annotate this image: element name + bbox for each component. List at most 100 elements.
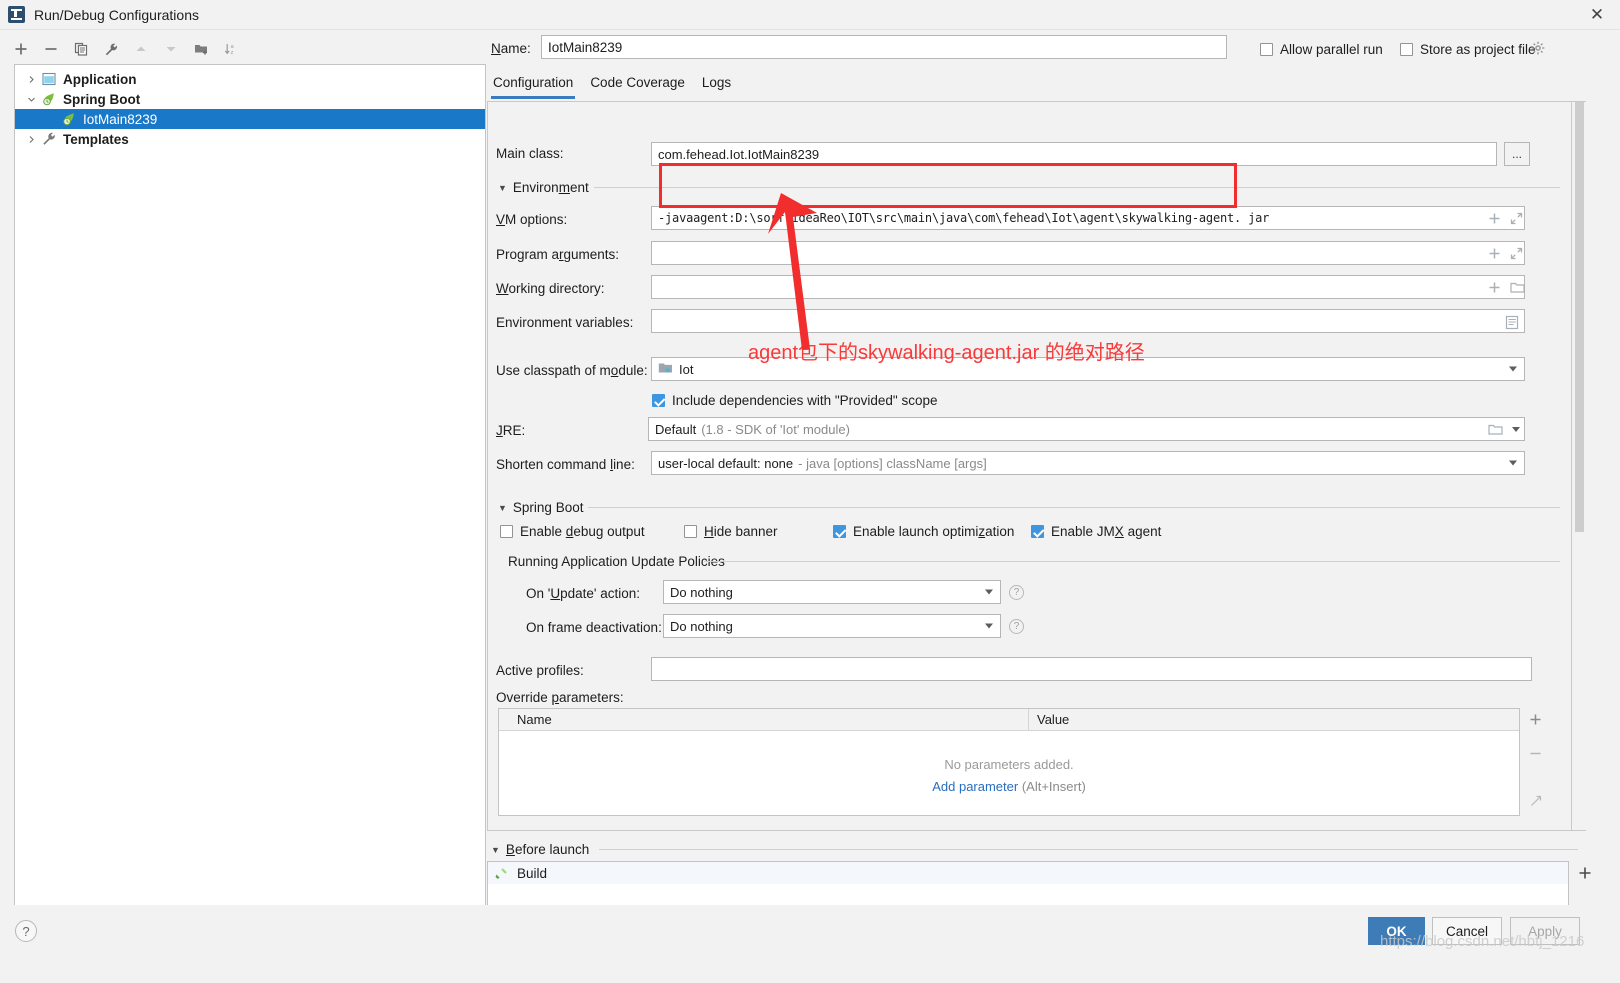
- add-macro-icon[interactable]: [1488, 212, 1501, 228]
- sort-az-icon[interactable]: a z: [218, 37, 244, 61]
- jre-dropdown[interactable]: Default (1.8 - SDK of 'Iot' module): [648, 417, 1525, 441]
- on-update-action-label: On 'Update' action:: [526, 586, 640, 601]
- enable-debug-output-checkbox[interactable]: Enable debug output: [500, 524, 645, 539]
- arrow-up-icon[interactable]: [128, 37, 154, 61]
- before-launch-section-header[interactable]: ▼ Before launch: [491, 842, 589, 857]
- vm-options-input[interactable]: -javaagent:D:\sorf\ideaReo\IOT\src\main\…: [651, 206, 1525, 230]
- window-title: Run/Debug Configurations: [34, 6, 199, 23]
- expand-editor-icon[interactable]: [1510, 247, 1523, 263]
- application-icon: [41, 71, 57, 87]
- add-parameter-link[interactable]: Add parameter: [932, 779, 1018, 794]
- checkbox-box[interactable]: [500, 525, 513, 538]
- environment-section-header[interactable]: ▼ Environment: [498, 180, 589, 195]
- enable-launch-optimization-checkbox[interactable]: Enable launch optimization: [833, 524, 1014, 539]
- gear-icon[interactable]: [1531, 41, 1546, 59]
- include-provided-scope-checkbox[interactable]: Include dependencies with "Provided" sco…: [652, 393, 938, 408]
- help-button[interactable]: ?: [15, 920, 37, 942]
- jre-dropdown-arrow[interactable]: [1512, 427, 1520, 432]
- chevron-right-icon[interactable]: [21, 135, 41, 144]
- main-class-label: Main class:: [496, 146, 564, 161]
- section-divider: [588, 507, 1560, 508]
- add-task-button[interactable]: [1578, 866, 1592, 883]
- expand-editor-icon[interactable]: [1510, 212, 1523, 228]
- before-launch-task-build[interactable]: Build: [488, 862, 1568, 884]
- program-arguments-input[interactable]: [651, 241, 1525, 265]
- tree-item-label: Application: [63, 71, 137, 87]
- configuration-scrollbar[interactable]: [1572, 101, 1586, 831]
- wrench-icon: [41, 131, 57, 147]
- chevron-right-icon[interactable]: [21, 75, 41, 84]
- enable-jmx-agent-checkbox[interactable]: Enable JMX agent: [1031, 524, 1161, 539]
- tree-item-spring-boot[interactable]: Spring Boot: [15, 89, 485, 109]
- scrollbar-thumb[interactable]: [1575, 102, 1584, 532]
- checkbox-box[interactable]: [1400, 43, 1413, 56]
- working-directory-input[interactable]: [651, 275, 1525, 299]
- wrench-icon[interactable]: [98, 37, 124, 61]
- add-configuration-button[interactable]: [8, 37, 34, 61]
- include-provided-scope-label: Include dependencies with "Provided" sco…: [672, 393, 938, 408]
- add-parameter-button[interactable]: [1529, 713, 1542, 729]
- checkbox-box[interactable]: [652, 394, 665, 407]
- folder-add-icon[interactable]: [188, 37, 214, 61]
- main-class-input[interactable]: com.fehead.Iot.IotMain8239: [651, 142, 1497, 166]
- name-input[interactable]: IotMain8239: [541, 35, 1227, 59]
- jre-hint: (1.8 - SDK of 'Iot' module): [701, 421, 850, 437]
- on-update-action-dropdown[interactable]: Do nothing: [663, 580, 1001, 604]
- chevron-down-icon[interactable]: ▼: [491, 845, 500, 855]
- expand-parameters-button[interactable]: [1529, 795, 1542, 811]
- checkbox-box[interactable]: [833, 525, 846, 538]
- tab-code-coverage[interactable]: Code Coverage: [588, 72, 687, 96]
- chevron-down-icon[interactable]: ▼: [498, 183, 507, 193]
- shorten-command-line-dropdown[interactable]: user-local default: none - java [options…: [651, 451, 1525, 475]
- add-macro-icon[interactable]: [1488, 247, 1501, 263]
- annotation-note: agent包下的skywalking-agent.jar 的绝对路径: [748, 342, 1145, 364]
- chevron-down-icon[interactable]: [1509, 366, 1517, 372]
- edit-variables-icon[interactable]: [1505, 315, 1519, 333]
- folder-icon[interactable]: [1510, 281, 1525, 297]
- on-frame-deactivation-help-icon[interactable]: ?: [1009, 619, 1024, 634]
- chevron-down-icon[interactable]: [985, 623, 993, 629]
- tree-item-application[interactable]: Application: [15, 69, 485, 89]
- copy-configuration-button[interactable]: [68, 37, 94, 61]
- chevron-down-icon[interactable]: [1509, 460, 1517, 466]
- tree-item-iotmain8239[interactable]: IotMain8239: [15, 109, 485, 129]
- remove-parameter-button[interactable]: [1529, 747, 1542, 763]
- checkbox-box[interactable]: [1260, 43, 1273, 56]
- override-parameters-table[interactable]: Name Value No parameters added. Add para…: [498, 708, 1520, 816]
- dialog-footer: ? OK Cancel Apply https://blog.csdn.net/…: [0, 905, 1620, 983]
- allow-parallel-run-checkbox[interactable]: Allow parallel run: [1260, 42, 1383, 57]
- active-profiles-input[interactable]: [651, 657, 1532, 681]
- jre-value: Default: [655, 421, 697, 437]
- override-parameters-side-buttons: [1522, 710, 1548, 818]
- checkbox-box[interactable]: [684, 525, 697, 538]
- enable-launch-optimization-label: Enable launch optimization: [853, 524, 1015, 539]
- arrow-down-icon[interactable]: [158, 37, 184, 61]
- tree-item-templates[interactable]: Templates: [15, 129, 485, 149]
- section-divider: [594, 187, 1560, 188]
- tab-configuration[interactable]: Configuration: [491, 72, 576, 99]
- main-class-browse-button[interactable]: ...: [1504, 142, 1530, 166]
- add-parameter-link-row[interactable]: Add parameter (Alt+Insert): [932, 779, 1086, 794]
- environment-variables-input[interactable]: [651, 309, 1525, 333]
- close-icon[interactable]: ✕: [1574, 0, 1620, 30]
- on-frame-deactivation-dropdown[interactable]: Do nothing: [663, 614, 1001, 638]
- on-update-action-help-icon[interactable]: ?: [1009, 585, 1024, 600]
- checkbox-box[interactable]: [1031, 525, 1044, 538]
- add-macro-icon[interactable]: [1488, 281, 1501, 297]
- jre-browse-icon[interactable]: [1488, 423, 1503, 439]
- hide-banner-checkbox[interactable]: Hide banner: [684, 524, 778, 539]
- tree-item-label: Spring Boot: [63, 91, 141, 107]
- spring-boot-section-header[interactable]: ▼ Spring Boot: [498, 500, 583, 515]
- hide-banner-label: Hide banner: [704, 524, 778, 539]
- chevron-down-icon[interactable]: ▼: [498, 503, 507, 513]
- active-profiles-label: Active profiles:: [496, 663, 584, 678]
- configurations-tree[interactable]: Application Spring Boot IotMain8239 Temp…: [14, 64, 486, 935]
- chevron-down-icon[interactable]: [985, 589, 993, 595]
- column-header-name: Name: [499, 708, 1029, 731]
- store-as-project-file-checkbox[interactable]: Store as project file: [1400, 42, 1536, 57]
- tab-logs[interactable]: Logs: [700, 72, 733, 96]
- no-parameters-text: No parameters added.: [944, 757, 1074, 772]
- chevron-down-icon[interactable]: [21, 95, 41, 104]
- remove-configuration-button[interactable]: [38, 37, 64, 61]
- section-divider: [599, 849, 1578, 850]
